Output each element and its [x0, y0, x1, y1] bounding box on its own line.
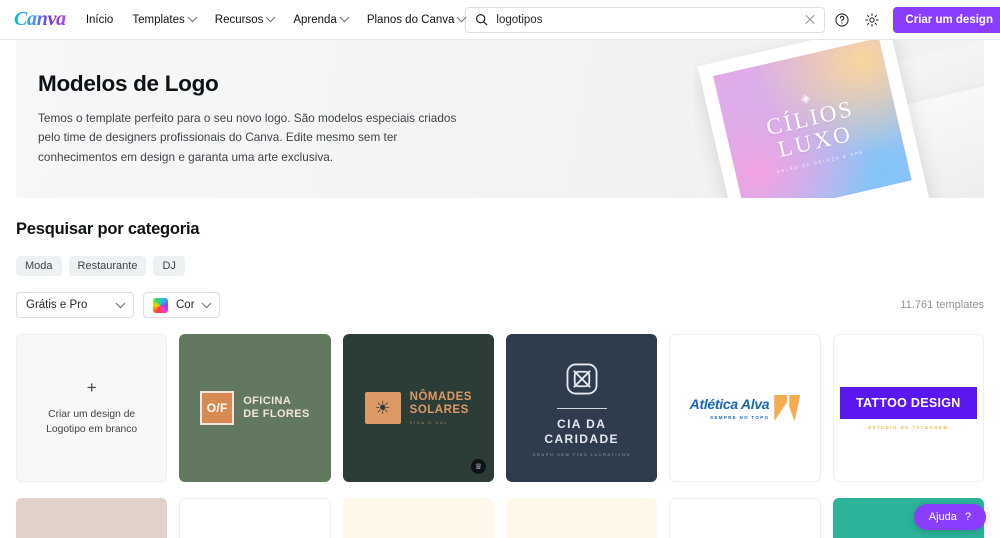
search-box[interactable]: logotipos — [465, 6, 826, 33]
diamond-icon: ◈ — [800, 91, 812, 106]
section-title: Pesquisar por categoria — [16, 220, 200, 238]
logo-sub: GRUPO SEM FINS LUCRATIVOS — [532, 451, 631, 457]
category-chip-dj[interactable]: DJ — [153, 256, 185, 276]
nav-label: Planos do Canva — [366, 13, 455, 26]
template-card-oficina-de-flores[interactable]: O/F OFICINA DE FLORES — [179, 334, 331, 482]
plus-icon: + — [86, 377, 97, 397]
chevron-down-icon — [115, 297, 126, 308]
nav-label: Aprenda — [293, 13, 337, 26]
create-blank-logo-tile[interactable]: + Criar um design de Logotipo em branco — [16, 334, 168, 482]
divider — [556, 408, 607, 410]
help-icon-button[interactable] — [829, 7, 855, 33]
logo-line2: CARIDADE — [544, 432, 619, 446]
nav-item-aprenda[interactable]: Aprenda — [293, 12, 350, 26]
canva-logo[interactable]: Canva — [14, 8, 66, 32]
chevron-down-icon — [201, 297, 211, 308]
filter-free-pro[interactable]: Grátis e Pro — [16, 292, 134, 318]
header-actions: logotipos Criar um design — [465, 6, 1000, 33]
template-card-cia-da-caridade[interactable]: CIA DA CARIDADE GRUPO SEM FINS LUCRATIVO… — [505, 334, 658, 482]
hero-illustration: ◈ CÍLIOS LUXO SALÃO DE BELEZA & SPA — [694, 40, 984, 198]
template-card-nomades-solares[interactable]: ☀ NÔMADES SOLARES SIGA O SOL ♕ — [342, 334, 494, 482]
crown-icon: ♕ — [470, 459, 486, 474]
help-widget-button[interactable]: Ajuda ? — [913, 504, 986, 530]
color-wheel-icon — [153, 297, 168, 313]
template-card-atletica-alva[interactable]: Atlética Alva SEMPRE NO TOPO — [669, 334, 821, 482]
logo-title: Atlética Alva — [689, 395, 770, 412]
chevron-down-icon — [339, 12, 350, 23]
chevron-mark-icon — [774, 395, 801, 421]
logo-sub: SIGA O SOL — [409, 420, 449, 426]
page-title: Modelos de Logo — [38, 71, 219, 97]
logo-monogram: O/F — [200, 391, 235, 425]
template-count: 11.761 templates — [900, 299, 984, 311]
settings-icon-button[interactable] — [859, 7, 885, 33]
celtic-knot-icon — [566, 363, 598, 395]
category-section: Pesquisar por categoria Moda Restaurante… — [0, 198, 1000, 318]
filter-bar: Grátis e Pro Cor 11.761 templates — [16, 292, 984, 318]
logo-title: TATTOO DESIGN — [840, 386, 977, 419]
question-circle-icon — [835, 12, 850, 27]
nav-label: Templates — [132, 13, 185, 26]
logo-line1: NÔMADES — [409, 390, 472, 403]
filter-color-label: Cor — [176, 299, 195, 311]
nav-label: Início — [85, 13, 114, 26]
filter-free-pro-label: Grátis e Pro — [26, 299, 88, 311]
nav-item-planos-do-canva[interactable]: Planos do Canva — [366, 12, 467, 26]
chevron-down-icon — [265, 12, 276, 23]
hero-text-block: Modelos de Logo Temos o template perfeit… — [16, 71, 486, 166]
template-grid-row-1: + Criar um design de Logotipo em branco … — [0, 334, 1000, 482]
create-blank-label: Criar um design de Logotipo em branco — [46, 408, 138, 435]
nav-item-templates[interactable]: Templates — [132, 12, 198, 26]
template-card-row2-2[interactable]: 🐦 — [179, 498, 331, 538]
nav-item-recursos[interactable]: Recursos — [214, 12, 276, 26]
logo-line2: SOLARES — [409, 404, 469, 416]
hero-card-artwork: ◈ CÍLIOS LUXO SALÃO DE BELEZA & SPA — [713, 40, 912, 198]
nav-label: Recursos — [214, 13, 264, 26]
hero-banner: Modelos de Logo Temos o template perfeit… — [16, 40, 984, 198]
template-card-row2-5[interactable] — [669, 498, 821, 538]
search-input[interactable]: logotipos — [496, 14, 804, 26]
close-icon[interactable] — [804, 14, 816, 26]
nav-item-inicio[interactable]: Início — [86, 14, 114, 26]
main-nav: Início Templates Recursos Aprenda Planos… — [86, 12, 467, 26]
hero-description: Temos o template perfeito para o seu nov… — [38, 111, 457, 164]
template-card-row2-3[interactable]: ✨ — [342, 498, 494, 538]
template-card-tattoo-design[interactable]: TATTOO DESIGN ESTÚDIO DE TATUAGEM — [832, 334, 984, 482]
create-design-button[interactable]: Criar um design — [893, 6, 1000, 33]
gear-icon — [865, 12, 880, 27]
help-widget-label: Ajuda — [928, 511, 957, 523]
category-chip-restaurante[interactable]: Restaurante — [68, 256, 147, 276]
search-icon — [476, 14, 488, 26]
template-card-row2-1[interactable]: ✦ 🌿 🌿 — [16, 498, 168, 538]
hero-card-front: ◈ CÍLIOS LUXO SALÃO DE BELEZA & SPA — [697, 40, 931, 198]
chevron-down-icon — [187, 12, 198, 23]
filter-color[interactable]: Cor — [143, 292, 220, 318]
template-grid-row-2: ✦ 🌿 🌿 🐦 ✨ — [0, 498, 1000, 538]
category-chip-list: Moda Restaurante DJ — [16, 256, 984, 276]
logo-line1: OFICINA — [243, 394, 292, 407]
top-header: Canva Início Templates Recursos Aprenda … — [0, 0, 1000, 40]
logo-sub: SEMPRE NO TOPO — [710, 414, 770, 420]
logo-sub: ESTÚDIO DE TATUAGEM — [868, 424, 949, 430]
category-chip-moda[interactable]: Moda — [16, 256, 62, 276]
logo-line2: DE FLORES — [243, 408, 310, 420]
question-mark-icon: ? — [964, 511, 971, 523]
logo-line1: CIA DA — [557, 417, 607, 432]
sun-icon: ☀ — [364, 392, 401, 424]
template-card-row2-4[interactable] — [505, 498, 658, 538]
